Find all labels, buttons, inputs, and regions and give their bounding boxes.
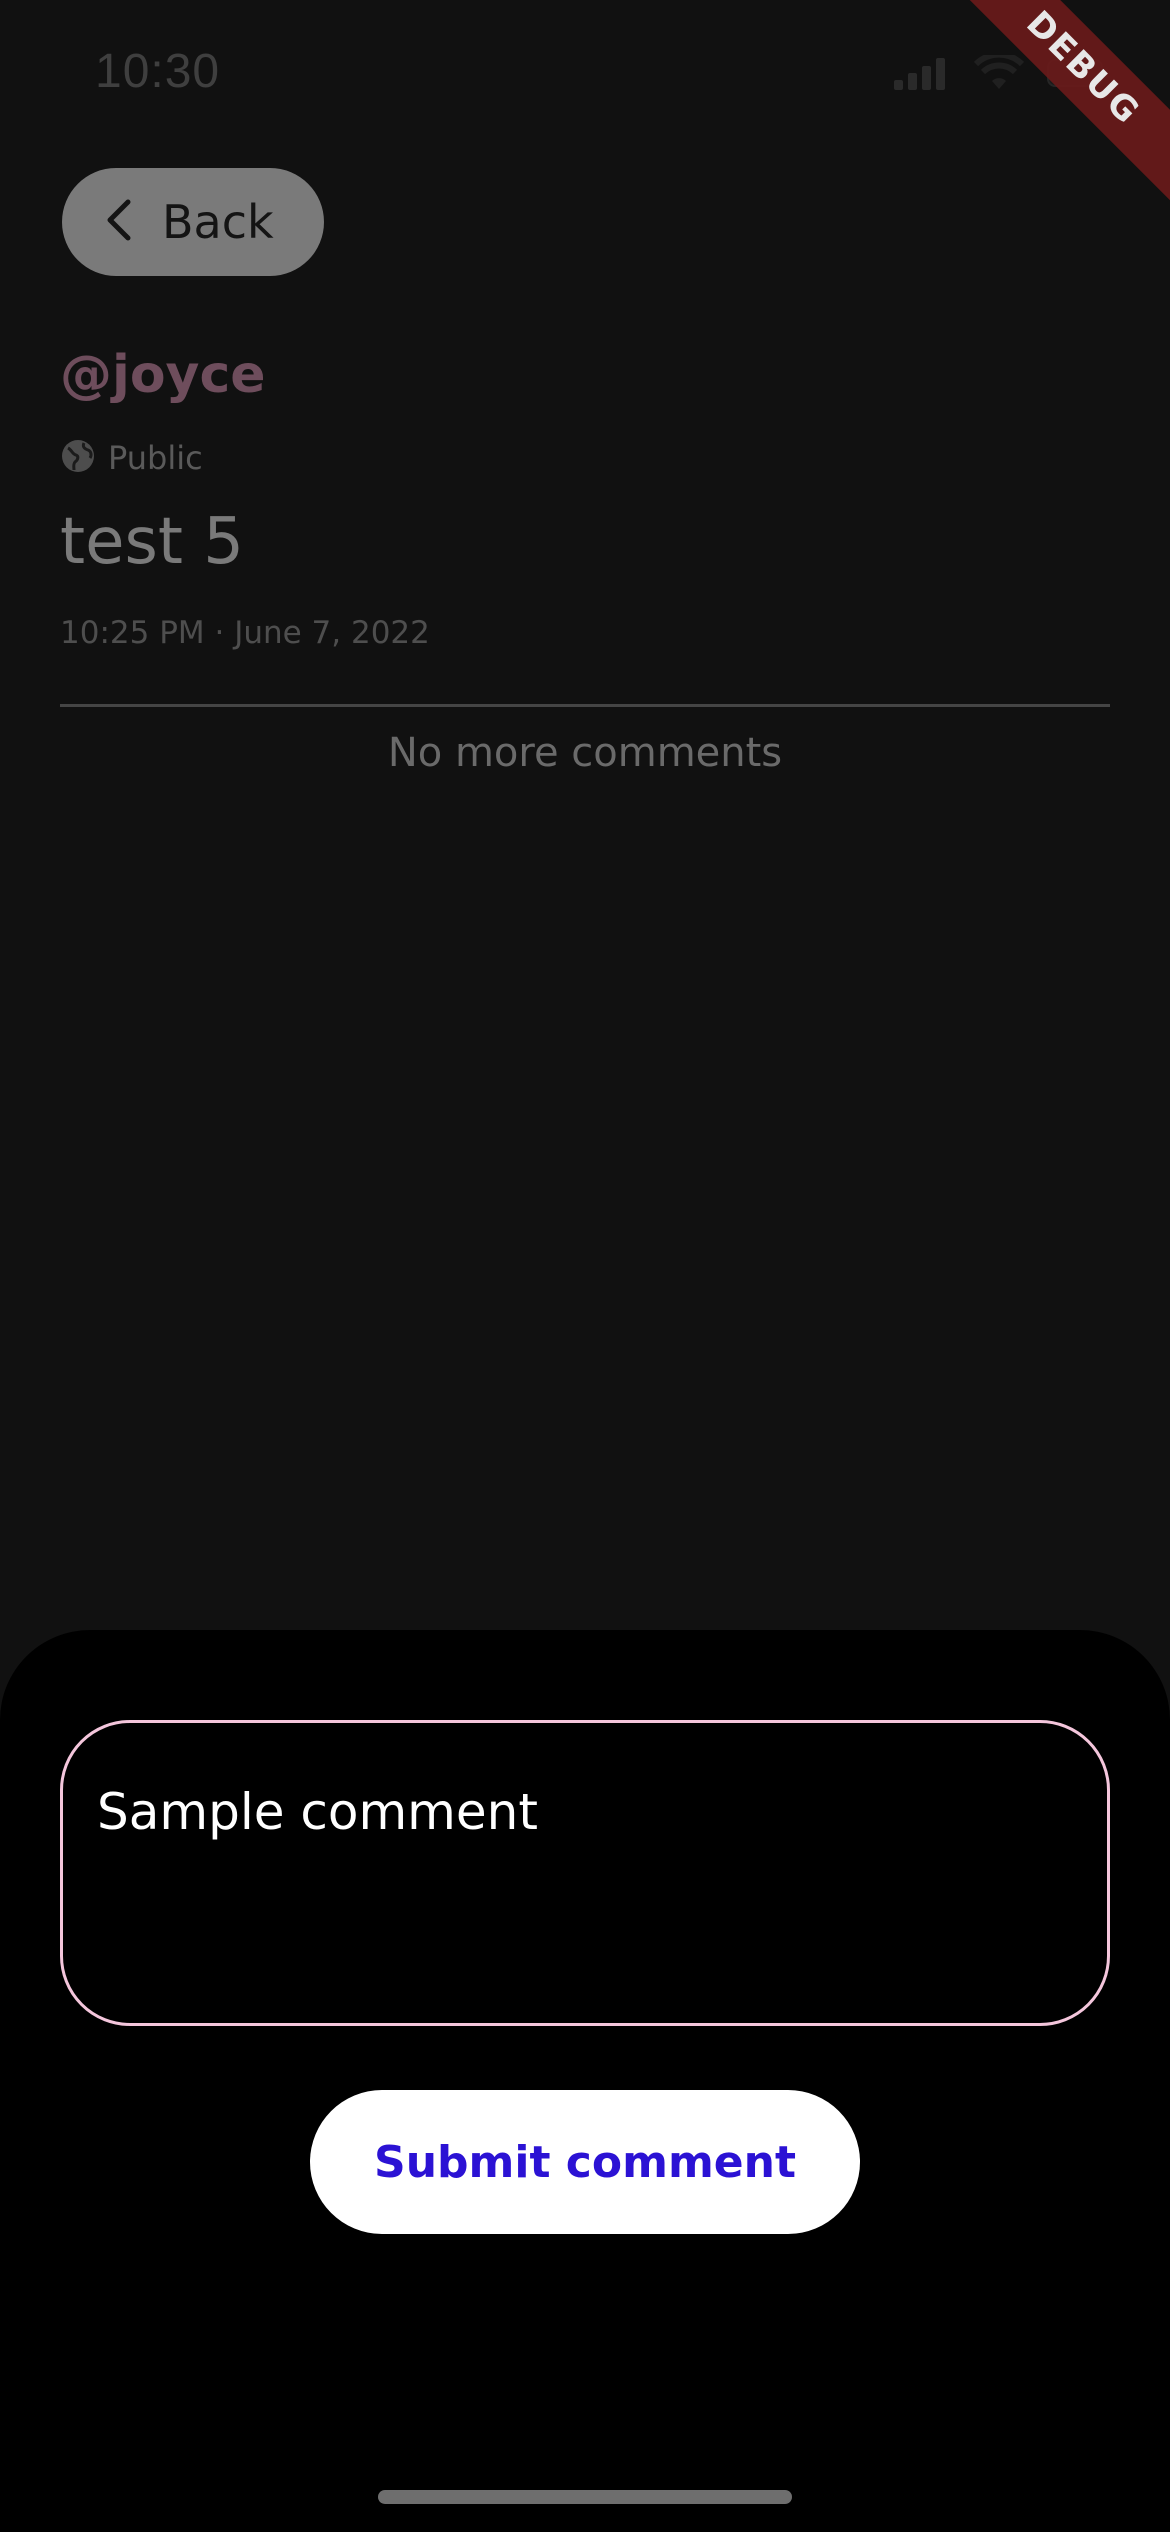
back-label: Back	[162, 195, 274, 249]
post-title: test 5	[60, 505, 244, 579]
visibility-label: Public	[108, 439, 203, 477]
comment-composer-sheet: Sample comment Submit comment	[0, 1630, 1170, 2532]
cellular-signal-icon	[892, 56, 952, 94]
post-author-handle[interactable]: @joyce	[60, 345, 266, 405]
home-indicator[interactable]	[378, 2490, 792, 2504]
visibility-indicator: Public	[60, 438, 203, 478]
back-button[interactable]: Back	[62, 168, 324, 276]
submit-comment-button[interactable]: Submit comment	[310, 2090, 860, 2234]
divider	[60, 704, 1110, 707]
post-timestamp: 10:25 PM · June 7, 2022	[60, 615, 430, 651]
no-more-comments-label: No more comments	[387, 730, 783, 776]
comment-input[interactable]: Sample comment	[60, 1720, 1110, 2026]
comment-screen: 10:30 DEBUG Back @joyce Public test 5 10…	[0, 0, 1170, 2532]
status-time: 10:30	[95, 45, 221, 98]
debug-ribbon: DEBUG	[943, 0, 1170, 208]
wifi-icon	[973, 51, 1025, 95]
globe-icon	[60, 438, 96, 478]
chevron-left-icon	[104, 198, 134, 246]
